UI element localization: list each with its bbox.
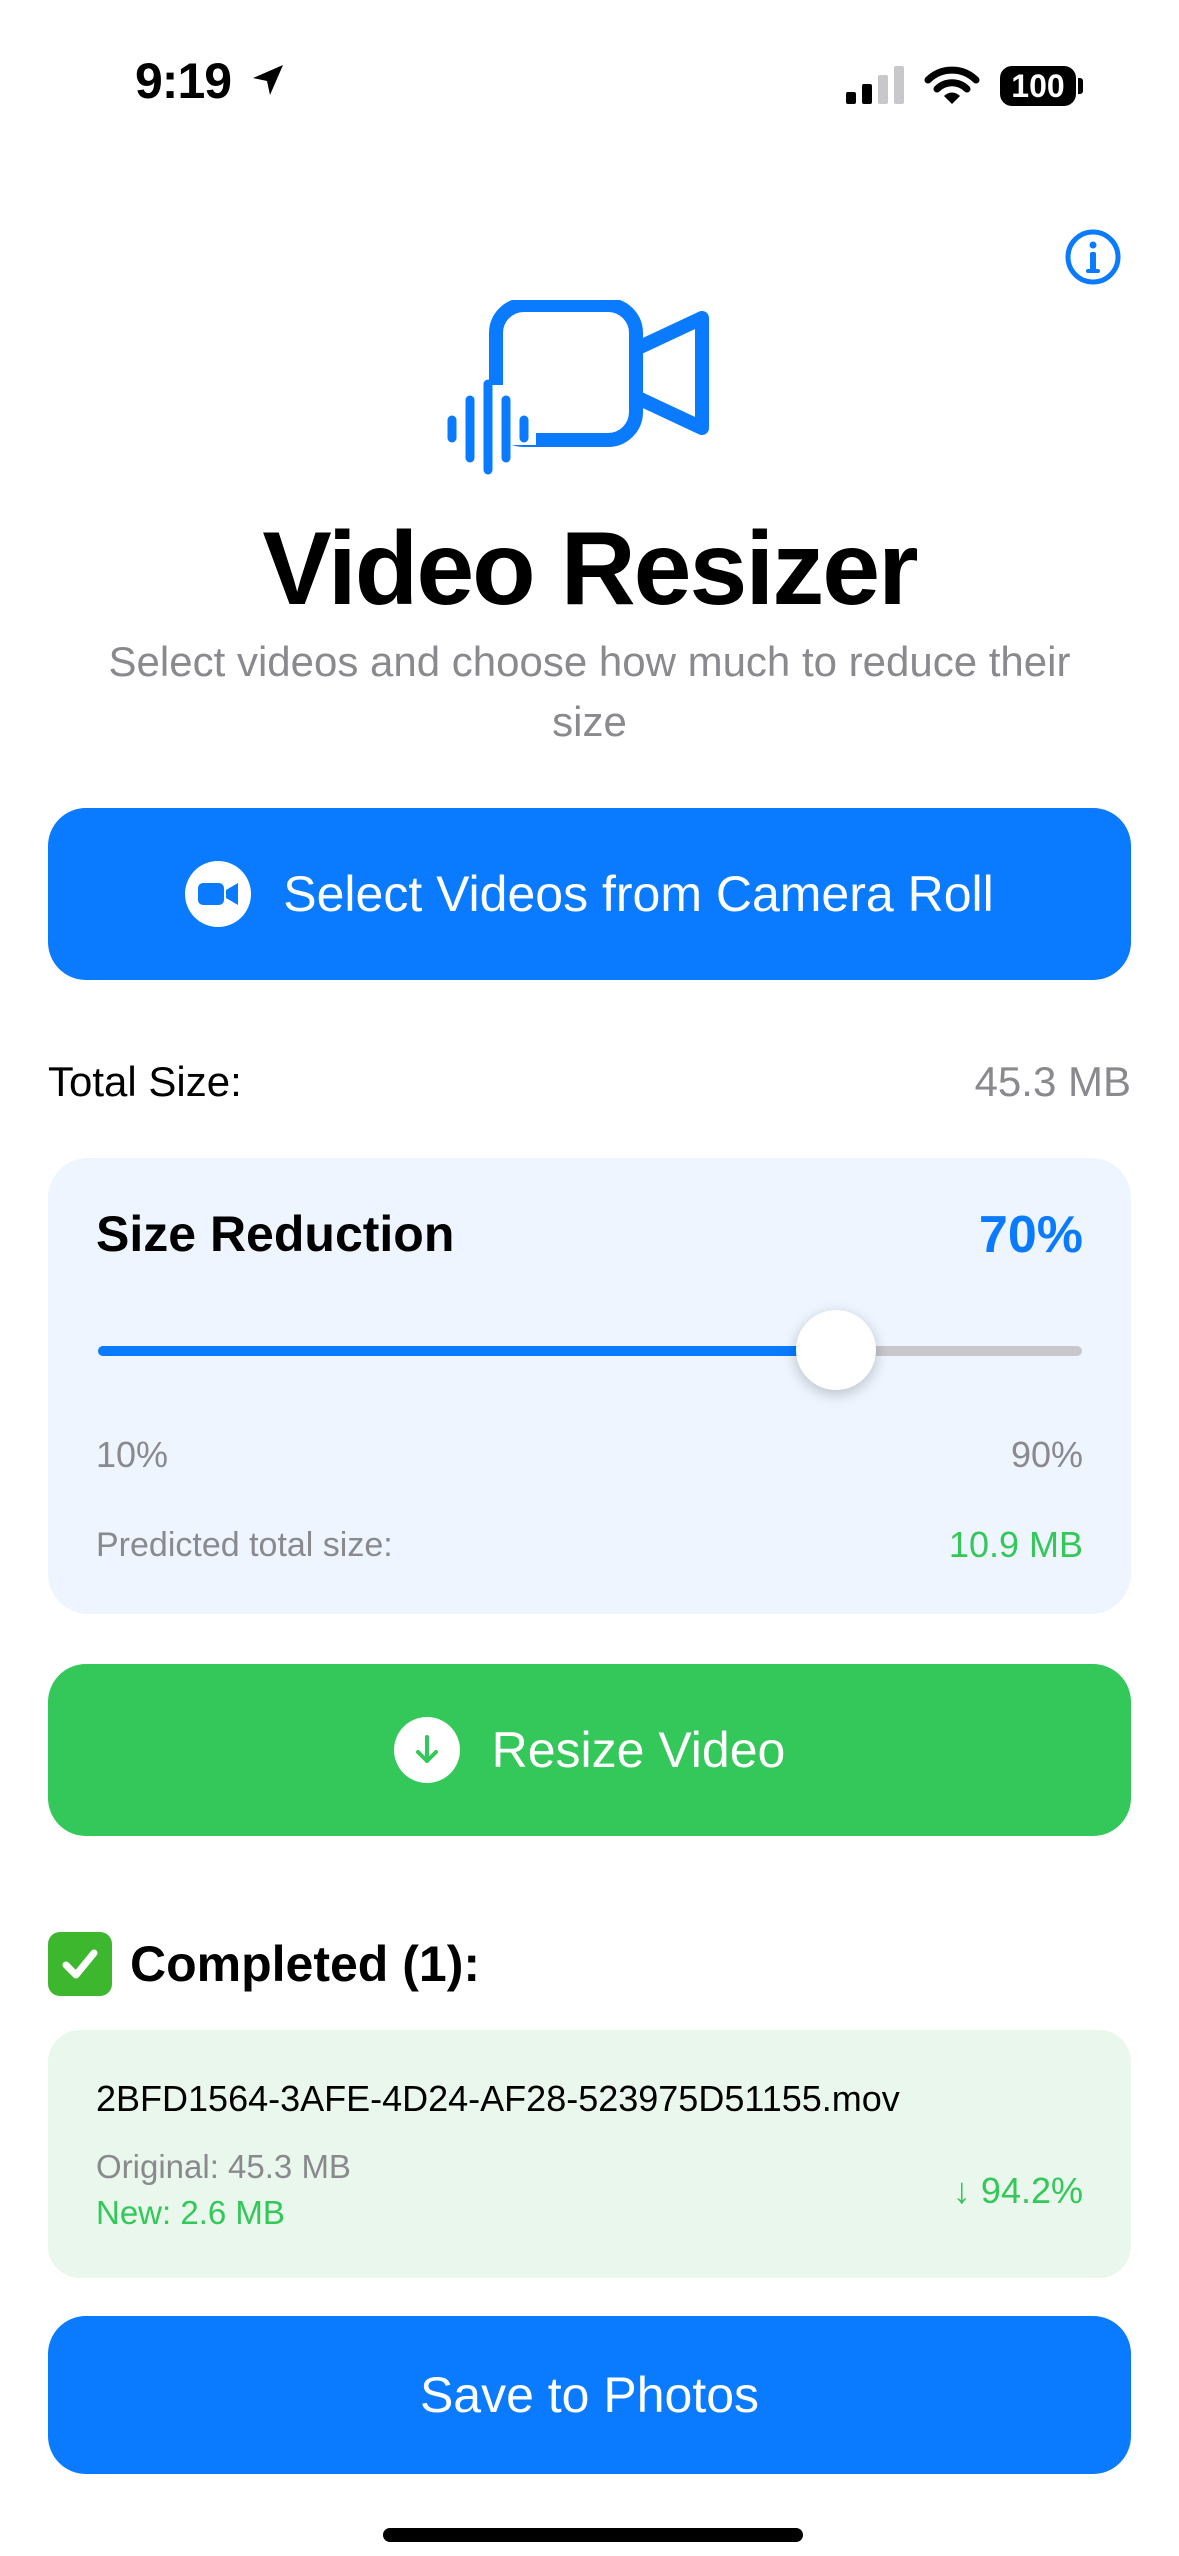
completed-original-size: Original: 45.3 MB [96, 2148, 351, 2185]
save-to-photos-label: Save to Photos [419, 2367, 760, 2423]
app-subtitle: Select videos and choose how much to red… [108, 638, 1071, 745]
completed-file-name: 2BFD1564-3AFE-4D24-AF28-523975D51155.mov [96, 2078, 900, 2119]
total-size-value: 45.3 MB [974, 1058, 1131, 1105]
select-videos-button[interactable]: Select Videos from Camera Roll [48, 808, 1131, 980]
select-videos-label: Select Videos from Camera Roll [283, 866, 994, 922]
camera-icon [185, 861, 252, 927]
info-icon[interactable] [1064, 228, 1122, 286]
resize-video-label: Resize Video [491, 1722, 786, 1778]
checkmark-icon [48, 1932, 112, 1996]
cellular-signal-icon [846, 66, 904, 104]
download-icon [393, 1717, 460, 1783]
completed-title: Completed (1): [130, 1936, 480, 1992]
completed-reduction-percent: ↓ 94.2% [952, 2170, 1083, 2211]
slider-max-label: 90% [1010, 1434, 1083, 1475]
video-waveform-icon [447, 300, 709, 475]
slider-min-label: 10% [96, 1434, 169, 1475]
total-size-label: Total Size: [48, 1058, 242, 1105]
size-reduction-percent: 70% [978, 1206, 1083, 1264]
app-title: Video Resizer [262, 511, 918, 627]
completed-heading: Completed (1): [48, 1932, 480, 1996]
wifi-icon [924, 66, 980, 104]
home-indicator[interactable] [383, 2528, 803, 2542]
battery-indicator: 100 [1000, 66, 1076, 106]
completed-new-size: New: 2.6 MB [96, 2194, 285, 2231]
save-to-photos-button[interactable]: Save to Photos [48, 2316, 1131, 2474]
battery-tip [1078, 78, 1083, 94]
status-time: 9:19 [135, 53, 232, 109]
size-reduction-title: Size Reduction [96, 1206, 455, 1262]
slider-fill [98, 1346, 836, 1356]
resize-video-button[interactable]: Resize Video [48, 1664, 1131, 1836]
predicted-size-value: 10.9 MB [948, 1524, 1083, 1565]
location-arrow-icon [253, 65, 283, 95]
slider-thumb[interactable] [796, 1310, 876, 1390]
predicted-size-label: Predicted total size: [96, 1526, 393, 1564]
